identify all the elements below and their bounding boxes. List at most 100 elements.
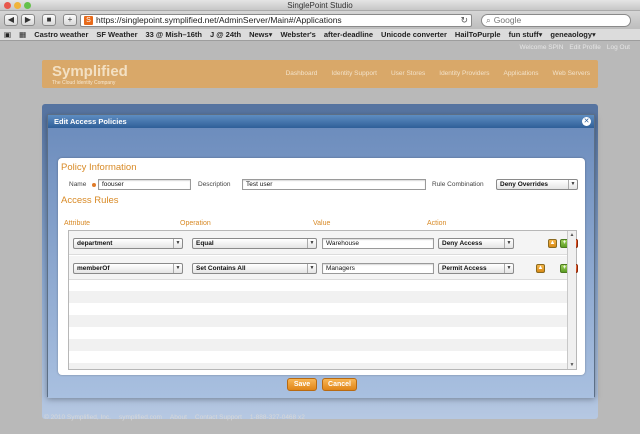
rule-combination-select[interactable]: Deny Overrides ▼: [496, 179, 578, 190]
bookmark-33-mish[interactable]: 33 @ Mish–16th: [146, 30, 203, 39]
policy-information-heading: Policy Information: [61, 162, 137, 173]
cancel-button[interactable]: Cancel: [322, 378, 357, 391]
attribute-select[interactable]: department ▼: [73, 238, 183, 249]
main-menu: Dashboard Identity Support User Stores I…: [286, 70, 590, 77]
chevron-down-icon: ▼: [173, 264, 182, 273]
dialog-body: Policy Information Name foouser Descript…: [48, 128, 594, 398]
policy-panel: Policy Information Name foouser Descript…: [58, 158, 585, 375]
scroll-down-icon[interactable]: ▼: [568, 361, 576, 369]
add-bookmark-button[interactable]: +: [63, 14, 77, 26]
rule-combination-value: Deny Overrides: [500, 181, 549, 188]
move-up-icon[interactable]: ▲: [536, 264, 545, 273]
operation-select[interactable]: Equal ▼: [192, 238, 317, 249]
column-header-value: Value: [313, 220, 331, 227]
bookmark-websters[interactable]: Webster's: [280, 30, 315, 39]
footer-site-link[interactable]: symplified.com: [119, 414, 162, 421]
footer-copyright: © 2010 Symplified, Inc.: [44, 414, 111, 421]
operation-select[interactable]: Set Contains All ▼: [192, 263, 317, 274]
reload-icon[interactable]: ↻: [460, 15, 468, 26]
site-favicon-icon: S: [84, 15, 93, 25]
bookmark-after-deadline[interactable]: after-deadline: [324, 30, 373, 39]
chevron-down-icon: ▼: [307, 239, 316, 248]
action-select[interactable]: Permit Access ▼: [438, 263, 514, 274]
attribute-select[interactable]: memberOf ▼: [73, 263, 183, 274]
menu-identity-providers[interactable]: Identity Providers: [439, 70, 489, 77]
description-label: Description: [198, 181, 231, 188]
access-rules-grid: department ▼ Equal ▼ Warehouse Deny Acce…: [68, 230, 578, 370]
bookmark-sf-weather[interactable]: SF Weather: [96, 30, 137, 39]
bookmark-castro-weather[interactable]: Castro weather: [34, 30, 88, 39]
edit-profile-link[interactable]: Edit Profile: [569, 44, 600, 51]
name-input[interactable]: foouser: [98, 179, 191, 190]
site-footer: © 2010 Symplified, Inc. symplified.com A…: [44, 414, 305, 421]
back-button[interactable]: ◀: [4, 14, 18, 26]
action-select[interactable]: Deny Access ▼: [438, 238, 514, 249]
search-field[interactable]: ⌕ Google: [481, 13, 631, 27]
window-title: SinglePoint Studio: [287, 1, 353, 10]
close-icon[interactable]: ✕: [582, 117, 591, 126]
chevron-down-icon: ▼: [173, 239, 182, 248]
top-nav: Welcome SPIN Edit Profile Log Out: [519, 44, 630, 51]
dialog-header: Edit Access Policies ✕: [48, 115, 594, 128]
chevron-down-icon: ▼: [504, 264, 513, 273]
bookmark-unicode-converter[interactable]: Unicode converter: [381, 30, 447, 39]
reader-icon[interactable]: ▣: [4, 30, 11, 39]
attribute-value: department: [77, 240, 113, 247]
chevron-down-icon: ▼: [307, 264, 316, 273]
bookmark-fun-stuff[interactable]: fun stuff▾: [509, 30, 543, 39]
chevron-down-icon: ▼: [568, 180, 577, 189]
rule-combination-label: Rule Combination: [432, 181, 484, 188]
operation-value: Set Contains All: [196, 265, 246, 272]
stop-button[interactable]: ■: [42, 14, 56, 26]
column-header-action: Action: [427, 220, 447, 227]
brand-header: Symplified The Cloud Identity Company Da…: [42, 60, 598, 88]
log-out-link[interactable]: Log Out: [607, 44, 630, 51]
dialog-title: Edit Access Policies: [54, 117, 127, 126]
menu-applications[interactable]: Applications: [503, 70, 538, 77]
minimize-window-button[interactable]: [14, 2, 21, 9]
column-header-operation: Operation: [180, 220, 211, 227]
forward-button[interactable]: ▶: [21, 14, 35, 26]
footer-support-link[interactable]: Contact Support: [195, 414, 242, 421]
address-url: https://singlepoint.symplified.net/Admin…: [96, 15, 342, 25]
site-logo: Symplified: [52, 63, 128, 80]
value-input[interactable]: Warehouse: [322, 238, 434, 249]
chevron-down-icon: ▼: [504, 239, 513, 248]
grid-scrollbar[interactable]: ▲ ▼: [567, 231, 576, 369]
table-row: memberOf ▼ Set Contains All ▼ Managers P…: [69, 256, 569, 280]
site-tagline: The Cloud Identity Company: [52, 80, 116, 86]
action-value: Deny Access: [442, 240, 483, 247]
search-placeholder: Google: [493, 15, 522, 25]
bookmark-news[interactable]: News▾: [249, 30, 272, 39]
bookmark-hailtopurple[interactable]: HailToPurple: [455, 30, 501, 39]
attribute-value: memberOf: [77, 265, 110, 272]
zoom-window-button[interactable]: [24, 2, 31, 9]
move-up-icon[interactable]: ▲: [548, 239, 557, 248]
footer-phone: 1-888-327-0468 x2: [249, 414, 305, 421]
welcome-text: Welcome SPIN: [519, 44, 564, 51]
column-header-attribute: Attribute: [64, 220, 91, 227]
save-button[interactable]: Save: [287, 378, 317, 391]
bookmark-geneaology[interactable]: geneaology▾: [550, 30, 595, 39]
operation-value: Equal: [196, 240, 214, 247]
action-value: Permit Access: [442, 265, 487, 272]
bookmark-j-24th[interactable]: J @ 24th: [210, 30, 241, 39]
window-titlebar: SinglePoint Studio: [0, 0, 640, 11]
address-bar[interactable]: S https://singlepoint.symplified.net/Adm…: [80, 13, 472, 27]
menu-identity-support[interactable]: Identity Support: [331, 70, 377, 77]
edit-access-policies-dialog: Edit Access Policies ✕ Policy Informatio…: [47, 114, 595, 398]
menu-web-servers[interactable]: Web Servers: [553, 70, 590, 77]
description-input[interactable]: Test user: [242, 179, 426, 190]
menu-dashboard[interactable]: Dashboard: [286, 70, 318, 77]
window-controls: [4, 2, 31, 9]
menu-user-stores[interactable]: User Stores: [391, 70, 425, 77]
value-input[interactable]: Managers: [322, 263, 434, 274]
footer-about-link[interactable]: About: [170, 414, 187, 421]
grid-icon[interactable]: ▦: [19, 30, 26, 39]
close-window-button[interactable]: [4, 2, 11, 9]
table-row: department ▼ Equal ▼ Warehouse Deny Acce…: [69, 231, 569, 255]
search-icon: ⌕: [486, 14, 491, 25]
name-label: Name: [69, 181, 87, 188]
scroll-up-icon[interactable]: ▲: [568, 231, 576, 239]
required-indicator-icon: [92, 183, 96, 187]
